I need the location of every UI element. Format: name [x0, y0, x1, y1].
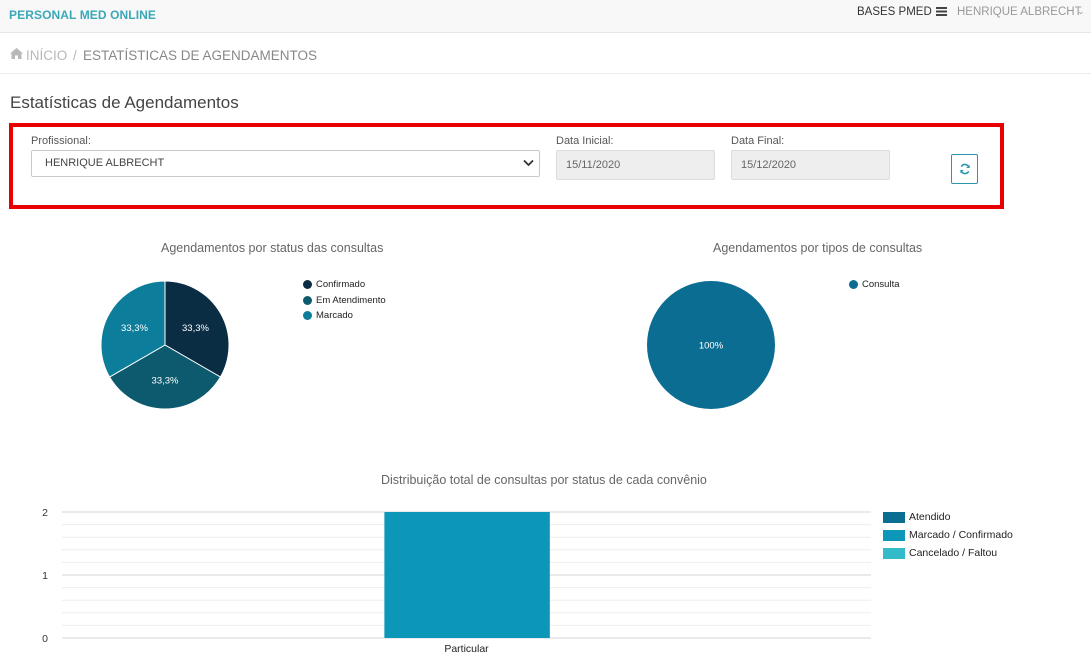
- pie-data-label: 100%: [699, 341, 724, 352]
- breadcrumb-current: ESTATÍSTICAS DE AGENDAMENTOS: [83, 48, 318, 63]
- user-menu[interactable]: HENRIQUE ALBRECHT: [957, 6, 1082, 18]
- legend-marker: [303, 280, 312, 289]
- legend-item[interactable]: Em Atendimento: [316, 295, 386, 306]
- legend-item[interactable]: Consulta: [862, 279, 900, 290]
- pie-chart-status: 33,3% 33,3% 33,3%: [100, 280, 230, 410]
- database-icon[interactable]: [936, 7, 947, 16]
- y-tick-label: 1: [42, 570, 48, 582]
- refresh-icon: [960, 163, 970, 175]
- data-inicial-value: 15/11/2020: [566, 159, 621, 171]
- refresh-button[interactable]: [951, 154, 978, 184]
- pie-data-label: 33,3%: [121, 323, 148, 334]
- legend-item[interactable]: Marcado / Confirmado: [909, 529, 1013, 541]
- y-tick-label: 2: [42, 507, 48, 519]
- breadcrumb-separator: /: [73, 48, 77, 63]
- data-inicial-label: Data Inicial:: [556, 135, 614, 147]
- legend-item[interactable]: Atendido: [909, 511, 950, 523]
- data-final-input[interactable]: 15/12/2020: [731, 150, 890, 180]
- legend-marker: [883, 512, 905, 523]
- y-tick-label: 0: [42, 633, 48, 645]
- data-inicial-input[interactable]: 15/11/2020: [556, 150, 715, 180]
- pie-data-label: 33,3%: [152, 376, 179, 387]
- pie-data-label: 33,3%: [182, 323, 209, 334]
- breadcrumb: INÍCIO / ESTATÍSTICAS DE AGENDAMENTOS: [0, 34, 1091, 74]
- brand-logo[interactable]: PERSONAL MED ONLINE: [9, 8, 156, 22]
- legend-marker: [883, 548, 905, 559]
- bases-menu[interactable]: BASES PMED: [857, 6, 932, 18]
- x-tick-label: Particular: [444, 643, 489, 655]
- pie-chart-tipos: 100%: [647, 281, 775, 409]
- data-final-value: 15/12/2020: [741, 159, 797, 171]
- chart-tipos-title: Agendamentos por tipos de consultas: [713, 241, 923, 255]
- bar-marcado-confirmado[interactable]: [384, 512, 550, 638]
- legend-item[interactable]: Confirmado: [316, 279, 365, 290]
- legend-marker: [303, 311, 312, 320]
- chevron-down-icon[interactable]: ⌄: [1077, 6, 1085, 17]
- profissional-label: Profissional:: [31, 135, 91, 147]
- legend-marker: [849, 280, 858, 289]
- home-icon[interactable]: [10, 48, 23, 59]
- profissional-selected-value: HENRIQUE ALBRECHT: [45, 157, 165, 169]
- data-final-label: Data Final:: [731, 135, 785, 147]
- page-title: Estatísticas de Agendamentos: [10, 93, 239, 112]
- legend-marker: [303, 295, 312, 305]
- top-navbar: PERSONAL MED ONLINE BASES PMED HENRIQUE …: [0, 0, 1091, 33]
- legend-marker: [883, 530, 905, 541]
- profissional-select[interactable]: HENRIQUE ALBRECHT: [31, 150, 540, 177]
- bar-chart-convenio: 0 1 2 Particular: [42, 507, 871, 655]
- legend-item[interactable]: Marcado: [316, 310, 353, 321]
- legend-item[interactable]: Cancelado / Faltou: [909, 547, 997, 559]
- breadcrumb-home-link[interactable]: INÍCIO: [26, 48, 67, 63]
- chart-status-title: Agendamentos por status das consultas: [161, 241, 384, 255]
- chevron-down-icon: [523, 159, 534, 167]
- chart-convenio-title: Distribuição total de consultas por stat…: [381, 473, 707, 487]
